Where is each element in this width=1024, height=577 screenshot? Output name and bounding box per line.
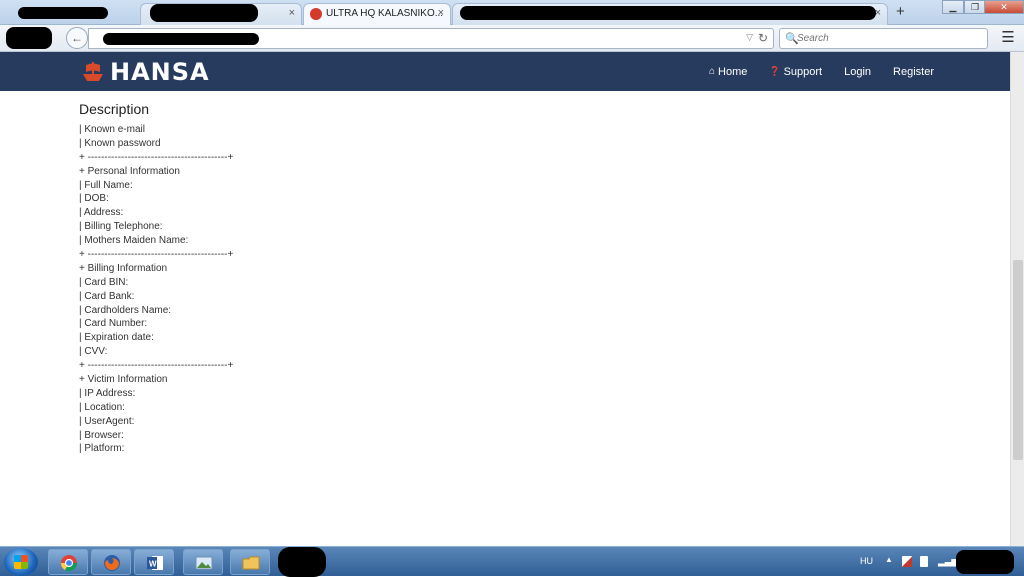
- description-line: | Card Bank:: [79, 290, 135, 302]
- firefox-icon: [104, 555, 120, 571]
- nav-home-label: Home: [718, 65, 748, 78]
- battery-icon[interactable]: [920, 556, 928, 567]
- separator-line: + --------------------------------------…: [79, 360, 234, 372]
- language-indicator[interactable]: HU: [860, 556, 873, 566]
- site-nav: ⌂ Home ❓ Support Login Register: [687, 52, 934, 91]
- taskbar-word[interactable]: W: [134, 549, 174, 575]
- close-window-button[interactable]: ✕: [984, 0, 1024, 14]
- description-lines: | Known e-mail | Known password + ------…: [79, 123, 679, 456]
- search-box[interactable]: 🔍: [779, 28, 988, 49]
- address-bar[interactable]: ▽ ↻: [88, 28, 774, 49]
- photo-viewer-icon: [195, 556, 213, 570]
- description-line: | Card Number:: [79, 318, 148, 330]
- description-line: | CVV:: [79, 346, 108, 358]
- description-line: | IP Address:: [79, 387, 136, 399]
- tab-close-icon[interactable]: ×: [438, 7, 444, 19]
- taskbar-firefox[interactable]: [91, 549, 131, 575]
- description-line: | Expiration date:: [79, 332, 154, 344]
- section-heading-personal: + Personal Information: [79, 165, 180, 177]
- search-input[interactable]: [797, 31, 982, 46]
- description-line: | Full Name:: [79, 179, 133, 191]
- description-line: | Known password: [79, 137, 161, 149]
- vertical-scrollbar[interactable]: [1010, 52, 1024, 546]
- description-line: | Browser:: [79, 429, 124, 441]
- site-header: HANSA ⌂ Home ❓ Support Login Register: [0, 52, 1010, 91]
- start-button[interactable]: [4, 548, 38, 576]
- section-heading-victim: + Victim Information: [79, 374, 168, 386]
- description-line: | Billing Telephone:: [79, 221, 163, 233]
- redacted-area: [278, 547, 326, 577]
- taskbar-explorer[interactable]: [230, 549, 270, 575]
- scrollbar-thumb[interactable]: [1013, 260, 1023, 460]
- separator-line: + --------------------------------------…: [79, 249, 234, 261]
- description-line: | Mothers Maiden Name:: [79, 235, 189, 247]
- restore-button[interactable]: ❐: [964, 0, 986, 14]
- svg-text:W: W: [149, 560, 157, 569]
- ship-logo-icon: [83, 62, 103, 81]
- file-explorer-icon: [242, 556, 260, 570]
- description-line: | DOB:: [79, 193, 109, 205]
- tab-label: ULTRA HQ KALASNIKO...: [326, 8, 444, 19]
- section-heading-billing: + Billing Information: [79, 262, 168, 274]
- nav-support-label: Support: [783, 65, 823, 78]
- chrome-icon: [60, 555, 78, 572]
- question-circle-icon: ❓: [769, 66, 781, 76]
- nav-support-link[interactable]: ❓ Support: [769, 66, 822, 78]
- tab-close-icon[interactable]: ×: [289, 7, 295, 19]
- redacted-url: [103, 33, 259, 45]
- description-line: | Known e-mail: [79, 124, 145, 135]
- action-center-icon[interactable]: [902, 556, 912, 567]
- taskbar-photo-viewer[interactable]: [183, 549, 223, 575]
- new-tab-button[interactable]: +: [896, 3, 905, 20]
- nav-login-link[interactable]: Login: [844, 66, 871, 78]
- taskbar-chrome[interactable]: [48, 549, 88, 575]
- description-line: | Address:: [79, 207, 124, 219]
- windows-logo-icon: [14, 555, 28, 569]
- nav-register-link[interactable]: Register: [893, 66, 934, 78]
- page-title: Description: [79, 101, 150, 117]
- description-line: | UserAgent:: [79, 415, 135, 427]
- redacted-area: [460, 6, 876, 20]
- reload-button[interactable]: ↻: [758, 31, 768, 45]
- word-icon: W: [147, 556, 163, 570]
- hamburger-menu-icon[interactable]: ☰: [999, 29, 1017, 47]
- browser-tab-active[interactable]: ULTRA HQ KALASNIKO... ×: [303, 3, 451, 26]
- description-line: | Card BIN:: [79, 276, 129, 288]
- brand-name: HANSA: [110, 58, 210, 86]
- redacted-area: [150, 4, 258, 22]
- description-line: | Platform:: [79, 443, 125, 455]
- home-icon: ⌂: [708, 66, 716, 77]
- show-hidden-icons-icon[interactable]: ▲: [885, 555, 893, 564]
- back-button[interactable]: ←: [66, 27, 88, 49]
- history-dropdown-icon[interactable]: ▽: [746, 32, 753, 43]
- navigation-toolbar: ← ▽ ↻ 🔍 ☰: [0, 25, 1024, 52]
- redacted-area: [18, 7, 108, 19]
- site-logo[interactable]: HANSA: [80, 58, 210, 86]
- description-line: | Location:: [79, 401, 125, 413]
- browser-tab-strip: × ULTRA HQ KALASNIKO... × × + ▁ ❐ ✕: [0, 0, 1024, 26]
- windows-taskbar: W HU ▲ ▂▃▅▇: [0, 546, 1024, 577]
- nav-home-link[interactable]: ⌂ Home: [709, 66, 747, 78]
- description-section: Description | Known e-mail | Known passw…: [79, 101, 679, 456]
- minimize-button[interactable]: ▁: [942, 0, 964, 14]
- redacted-clock: [956, 550, 1014, 574]
- redacted-area: [6, 27, 52, 49]
- separator-line: + --------------------------------------…: [79, 151, 234, 163]
- description-line: | Cardholders Name:: [79, 304, 172, 316]
- hansa-favicon-icon: [310, 8, 322, 20]
